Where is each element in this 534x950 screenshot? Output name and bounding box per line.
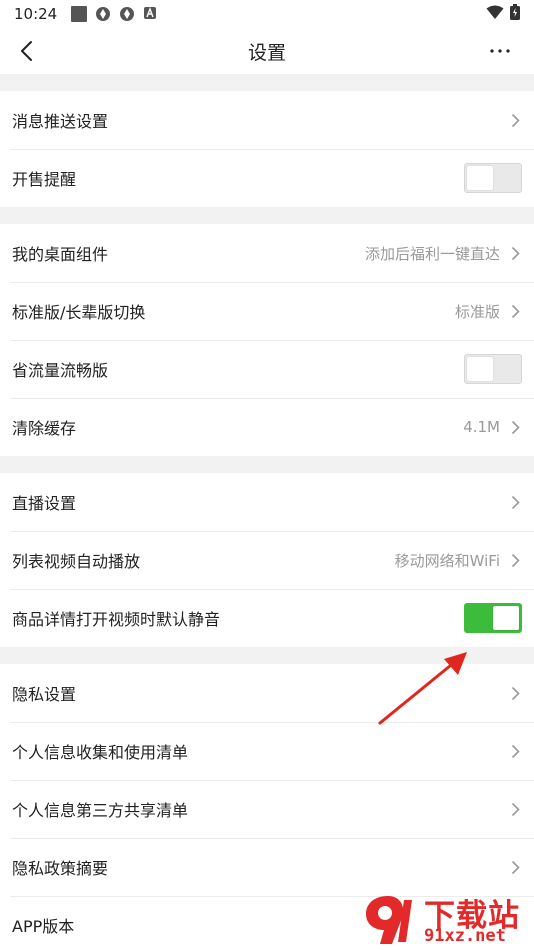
setting-row-push[interactable]: 消息推送设置	[0, 91, 534, 149]
app-a-icon	[143, 6, 159, 22]
app-notification-icon	[119, 6, 135, 22]
setting-label: 隐私政策摘要	[12, 859, 109, 878]
toggle-knob	[467, 357, 493, 381]
setting-row-clear-cache[interactable]: 清除缓存 4.1M	[0, 398, 534, 456]
setting-row-third-party[interactable]: 个人信息第三方共享清单	[0, 780, 534, 838]
more-options-button[interactable]	[486, 37, 514, 65]
setting-row-version-switch[interactable]: 标准版/长辈版切换 标准版	[0, 282, 534, 340]
setting-row-privacy[interactable]: 隐私设置	[0, 664, 534, 722]
setting-row-sale-reminder: 开售提醒	[0, 149, 534, 207]
setting-label: APP版本	[12, 917, 75, 936]
wifi-icon	[486, 5, 504, 24]
chevron-right-icon	[508, 244, 522, 262]
status-time: 10:24	[14, 5, 58, 23]
setting-label: 清除缓存	[12, 419, 77, 438]
setting-row-desktop-widget[interactable]: 我的桌面组件 添加后福利一键直达	[0, 224, 534, 282]
setting-row-live[interactable]: 直播设置	[0, 473, 534, 531]
setting-row-mute-video: 商品详情打开视频时默认静音	[0, 589, 534, 647]
app-notification-icon	[95, 6, 111, 22]
chevron-right-icon	[508, 684, 522, 702]
chevron-right-icon	[508, 493, 522, 511]
setting-value: 4.1M	[463, 418, 500, 436]
setting-row-data-saver: 省流量流畅版	[0, 340, 534, 398]
settings-section-general: 我的桌面组件 添加后福利一键直达 标准版/长辈版切换 标准版 省流量流畅版 清除…	[0, 224, 534, 456]
battery-icon	[510, 4, 520, 24]
setting-label: 我的桌面组件	[12, 245, 109, 264]
setting-label: 商品详情打开视频时默认静音	[12, 610, 221, 629]
setting-label: 个人信息第三方共享清单	[12, 801, 189, 820]
sale-reminder-toggle[interactable]	[464, 163, 522, 193]
toggle-knob	[467, 166, 493, 190]
setting-label: 列表视频自动播放	[12, 552, 141, 571]
data-saver-toggle[interactable]	[464, 354, 522, 384]
mute-video-toggle[interactable]	[464, 603, 522, 633]
setting-row-app-version[interactable]: APP版本	[0, 896, 534, 950]
title-bar: 设置	[0, 28, 534, 74]
settings-section-notifications: 消息推送设置 开售提醒	[0, 91, 534, 207]
page-title: 设置	[247, 41, 286, 64]
section-divider	[0, 456, 534, 473]
setting-row-autoplay[interactable]: 列表视频自动播放 移动网络和WiFi	[0, 531, 534, 589]
setting-row-info-collection[interactable]: 个人信息收集和使用清单	[0, 722, 534, 780]
chevron-right-icon	[508, 742, 522, 760]
section-divider	[0, 647, 534, 664]
back-button[interactable]	[12, 37, 40, 65]
chevron-right-icon	[508, 302, 522, 320]
settings-section-privacy: 隐私设置 个人信息收集和使用清单 个人信息第三方共享清单 隐私政策摘要 APP版…	[0, 664, 534, 950]
setting-label: 直播设置	[12, 494, 77, 513]
setting-value: 标准版	[454, 302, 500, 321]
setting-label: 标准版/长辈版切换	[12, 303, 146, 322]
section-divider	[0, 74, 534, 91]
chevron-right-icon	[508, 800, 522, 818]
setting-value: 添加后福利一键直达	[364, 244, 500, 263]
chevron-right-icon	[508, 551, 522, 569]
status-bar: 10:24	[0, 0, 534, 28]
setting-label: 消息推送设置	[12, 112, 109, 131]
setting-label: 隐私设置	[12, 685, 77, 704]
setting-label: 开售提醒	[12, 170, 77, 189]
section-divider	[0, 207, 534, 224]
more-dots-icon	[490, 49, 510, 53]
settings-section-video: 直播设置 列表视频自动播放 移动网络和WiFi 商品详情打开视频时默认静音	[0, 473, 534, 647]
chevron-right-icon	[508, 111, 522, 129]
setting-value: 移动网络和WiFi	[394, 551, 500, 570]
chevron-right-icon	[508, 858, 522, 876]
notification-icon	[71, 6, 88, 22]
toggle-knob	[493, 606, 519, 630]
setting-label: 个人信息收集和使用清单	[12, 743, 189, 762]
chevron-right-icon	[508, 418, 522, 436]
setting-label: 省流量流畅版	[12, 361, 109, 380]
back-arrow-icon	[21, 41, 32, 61]
setting-row-privacy-summary[interactable]: 隐私政策摘要	[0, 838, 534, 896]
